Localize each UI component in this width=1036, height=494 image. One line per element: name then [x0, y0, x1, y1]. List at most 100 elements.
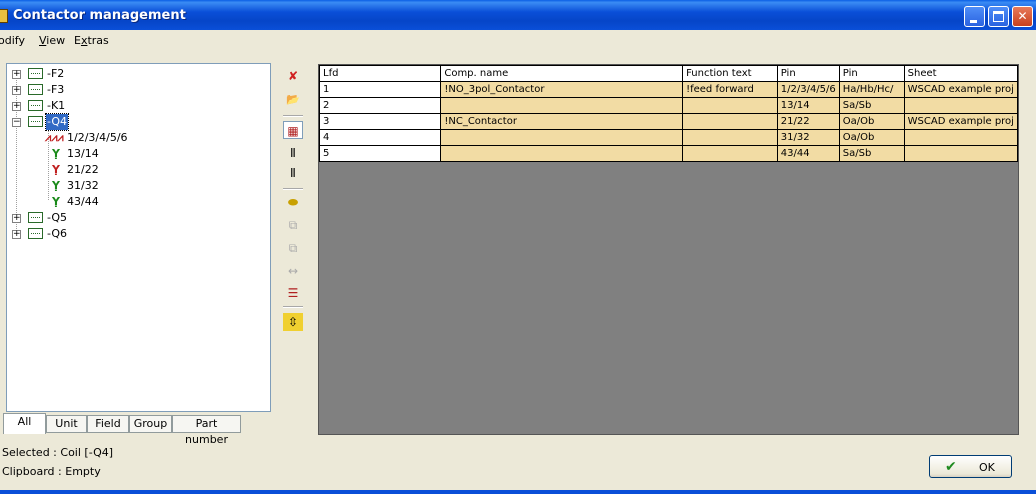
table-row[interactable]: 5 43/44 Sa/Sb: [318, 145, 1019, 162]
pin-designation-cell[interactable]: Ha/Hb/Hc/: [838, 81, 905, 98]
row-number[interactable]: 1: [318, 81, 442, 98]
function-text-cell[interactable]: [682, 97, 778, 114]
menu-view[interactable]: View: [39, 34, 65, 47]
expand-icon[interactable]: +: [12, 230, 21, 239]
function-text-cell[interactable]: [682, 113, 778, 130]
column-header-comp-name[interactable]: Comp. name: [440, 65, 684, 82]
paste-button[interactable]: ⧉: [283, 239, 303, 257]
comp-name-cell[interactable]: !NO_3pol_Contactor: [440, 81, 684, 98]
tab-unit[interactable]: Unit: [46, 415, 87, 433]
expand-icon[interactable]: +: [12, 102, 21, 111]
maximize-icon: [993, 11, 1004, 22]
expand-icon[interactable]: +: [12, 86, 21, 95]
window-title: Contactor management: [13, 8, 186, 23]
copy-button[interactable]: ⧉: [283, 216, 303, 234]
swap-pins-button[interactable]: ↔: [283, 262, 303, 280]
row-number[interactable]: 4: [318, 129, 442, 146]
open-button[interactable]: 📂: [283, 90, 303, 108]
maximize-button[interactable]: [988, 6, 1009, 27]
expand-icon[interactable]: +: [12, 214, 21, 223]
sheet-cell[interactable]: [903, 129, 1019, 146]
column-header-function-text[interactable]: Function text: [682, 65, 778, 82]
tab-all[interactable]: All: [3, 413, 46, 434]
device-icon: [28, 84, 43, 95]
close-button[interactable]: ✕: [1012, 6, 1033, 27]
column-header-lfd[interactable]: Lfd: [318, 65, 442, 82]
row-number[interactable]: 2: [318, 97, 442, 114]
table-row[interactable]: 3 !NC_Contactor 21/22 Oa/Ob WSCAD exampl…: [318, 113, 1019, 130]
tree-item-label: -K1: [47, 99, 66, 112]
comp-name-cell[interactable]: [440, 97, 684, 114]
column-header-pin[interactable]: Pin: [776, 65, 840, 82]
row-number[interactable]: 3: [318, 113, 442, 130]
tab-field[interactable]: Field: [87, 415, 129, 433]
comp-name-cell[interactable]: [440, 129, 684, 146]
erase-button[interactable]: ⬬: [283, 193, 303, 211]
component-tree[interactable]: + -F2 + -F3 + -K1 − -Q4 ⩘⩘⩘ 1/2/3/4/5/6 …: [6, 63, 271, 412]
comp-name-cell[interactable]: !NC_Contactor: [440, 113, 684, 130]
row-number[interactable]: 5: [318, 145, 442, 162]
no-contact-icon: Ỵ: [52, 195, 60, 208]
nc-contact-icon: Ỵ: [52, 163, 60, 176]
no-contact-icon: Ỵ: [52, 147, 60, 160]
minimize-button[interactable]: [964, 6, 985, 27]
pin-designation-cell[interactable]: Oa/Ob: [838, 129, 905, 146]
sort-button[interactable]: ⇳: [283, 313, 303, 331]
table-row[interactable]: 2 13/14 Sa/Sb: [318, 97, 1019, 114]
device-icon: [28, 100, 43, 111]
function-text-cell[interactable]: [682, 145, 778, 162]
function-text-cell[interactable]: !feed forward: [682, 81, 778, 98]
sheet-cell[interactable]: [903, 145, 1019, 162]
column-header-sheet[interactable]: Sheet: [903, 65, 1019, 82]
menu-extras-pre: E: [74, 34, 81, 47]
tree-item-label: -F3: [47, 83, 65, 96]
tree-item-label: -Q4: [44, 113, 70, 131]
expand-icon[interactable]: +: [12, 70, 21, 79]
contact-multi-button[interactable]: Ⅱ: [283, 164, 303, 182]
sheet-cell[interactable]: WSCAD example proj: [903, 81, 1019, 98]
vertical-toolbar: ✘ 📂 ▦ Ⅱ Ⅱ ⬬ ⧉ ⧉ ↔ ☰ ⇳: [280, 63, 306, 343]
toolbar-separator: [283, 306, 303, 308]
device-icon: [28, 228, 43, 239]
settings-button[interactable]: ☰: [283, 284, 303, 302]
delete-button[interactable]: ✘: [283, 67, 303, 85]
menu-extras[interactable]: Extras: [74, 34, 109, 47]
pin-designation-cell[interactable]: Oa/Ob: [838, 113, 905, 130]
tree-item-label: 21/22: [67, 163, 99, 176]
pin-cell[interactable]: 1/2/3/4/5/6: [776, 81, 840, 98]
pin-designation-cell[interactable]: Sa/Sb: [838, 145, 905, 162]
pin-cell[interactable]: 21/22: [776, 113, 840, 130]
contact-icon: Ⅱ: [290, 146, 296, 160]
no-contact-icon: Ỵ: [52, 179, 60, 192]
eraser-icon: ⬬: [287, 195, 299, 209]
status-selected: Selected : Coil [-Q4]: [2, 446, 114, 459]
tab-part-number[interactable]: Part number: [172, 415, 241, 446]
function-text-cell[interactable]: [682, 129, 778, 146]
app-icon: [0, 9, 8, 23]
sheet-cell[interactable]: [903, 97, 1019, 114]
paste-icon: ⧉: [288, 241, 298, 255]
ok-button-label: OK: [979, 461, 995, 474]
tree-item-label: -Q6: [47, 227, 68, 240]
device-icon: [28, 212, 43, 223]
table-view-icon: ▦: [287, 124, 299, 138]
table-row[interactable]: 4 31/32 Oa/Ob: [318, 129, 1019, 146]
pin-designation-cell[interactable]: Sa/Sb: [838, 97, 905, 114]
pin-cell[interactable]: 43/44: [776, 145, 840, 162]
sheet-cell[interactable]: WSCAD example proj: [903, 113, 1019, 130]
menu-bar: odify View Extras: [0, 30, 1036, 50]
collapse-icon[interactable]: −: [12, 118, 21, 127]
tree-item-label: -Q5: [47, 211, 68, 224]
contact-grid[interactable]: Lfd Comp. name Function text Pin Pin She…: [318, 64, 1019, 435]
device-icon: [28, 68, 43, 79]
contact-button[interactable]: Ⅱ: [283, 144, 303, 162]
ok-button[interactable]: ✔ OK: [929, 455, 1012, 478]
column-header-pin-designation[interactable]: Pin: [838, 65, 905, 82]
tab-group[interactable]: Group: [129, 415, 172, 433]
comp-name-cell[interactable]: [440, 145, 684, 162]
table-row[interactable]: 1 !NO_3pol_Contactor !feed forward 1/2/3…: [318, 81, 1019, 98]
pin-cell[interactable]: 31/32: [776, 129, 840, 146]
pin-cell[interactable]: 13/14: [776, 97, 840, 114]
table-view-button[interactable]: ▦: [283, 121, 303, 139]
menu-modify[interactable]: odify: [0, 34, 25, 47]
